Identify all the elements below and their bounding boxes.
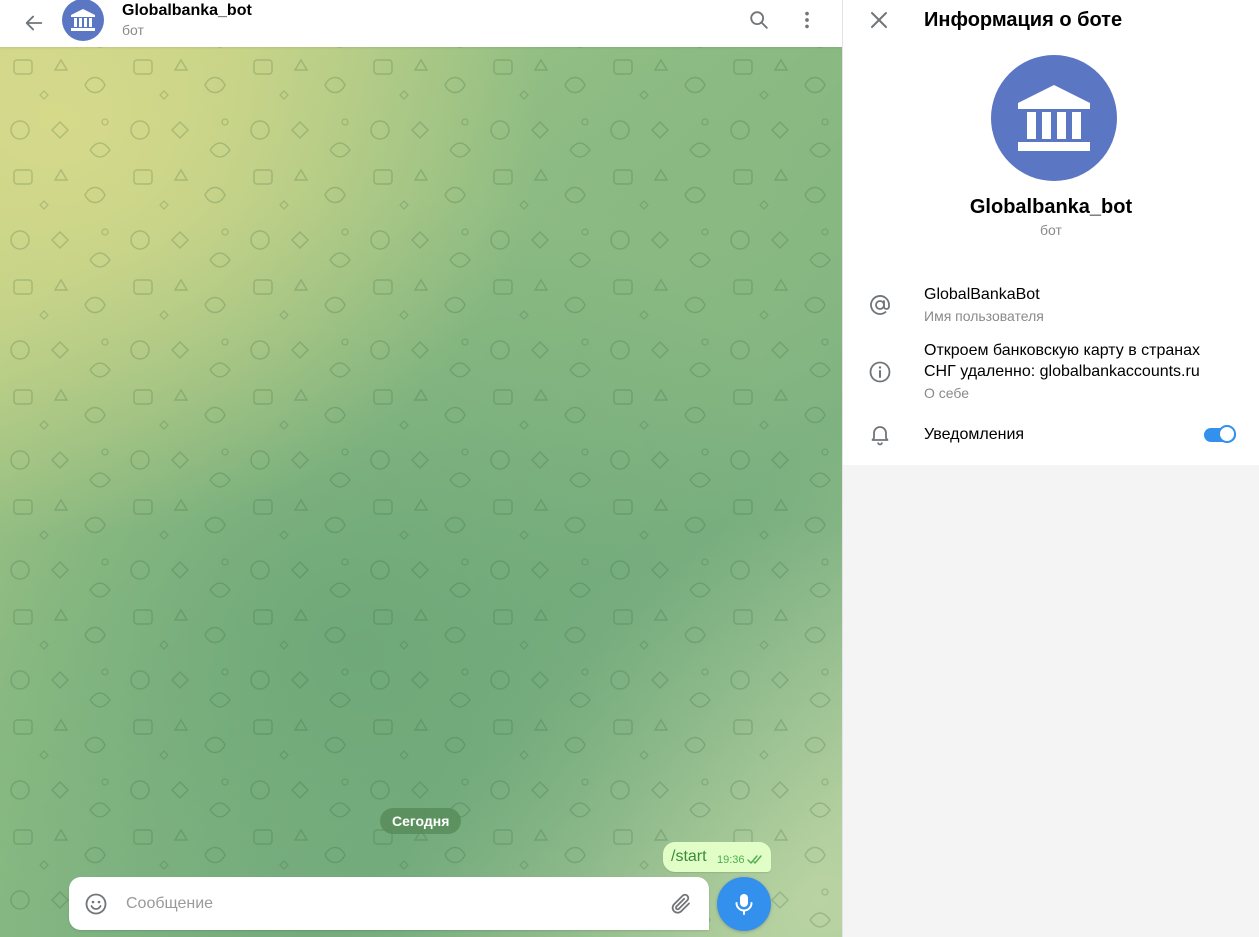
bot-info-card: Информация о боте Globalbanka_bot бот Gl…: [843, 0, 1259, 465]
panel-title: Информация о боте: [924, 9, 1123, 31]
notifications-label: Уведомления: [924, 426, 1025, 443]
about-line-2[interactable]: СНГ удаленно: globalbankaccounts.ru: [924, 361, 1200, 382]
message-time: 19:36: [717, 854, 745, 866]
voice-record-button[interactable]: [717, 877, 771, 931]
search-icon: [750, 11, 768, 29]
info-icon: [867, 359, 893, 385]
more-button[interactable]: [789, 2, 825, 38]
emoji-button[interactable]: [78, 886, 114, 922]
wallpaper-pattern: [0, 0, 842, 937]
notifications-toggle[interactable]: [1202, 424, 1238, 444]
search-button[interactable]: [741, 2, 777, 38]
message-composer: [69, 877, 709, 930]
chat-avatar[interactable]: [62, 0, 104, 41]
back-button[interactable]: [17, 6, 51, 40]
emoji-icon: [85, 893, 107, 915]
toggle-knob: [1218, 425, 1236, 443]
at-icon: [867, 292, 893, 318]
profile-name: Globalbanka_bot: [969, 196, 1133, 218]
profile-avatar[interactable]: [991, 55, 1117, 181]
bank-icon: [71, 9, 95, 31]
about-line-1: Откроем банковскую карту в странах: [924, 342, 1201, 359]
username-label: Имя пользователя: [924, 308, 1044, 324]
profile-type: бот: [1040, 222, 1062, 238]
bot-info-panel: Информация о боте Globalbanka_bot бот Gl…: [842, 0, 1259, 937]
chat-title[interactable]: Globalbanka_bot: [122, 2, 252, 20]
microphone-icon: [735, 894, 753, 915]
attach-icon: [671, 893, 690, 914]
double-check-icon: [747, 855, 762, 864]
message-text[interactable]: /start: [671, 848, 707, 866]
outgoing-message[interactable]: /start 19:36: [663, 842, 771, 872]
date-separator: Сегодня: [380, 808, 462, 834]
about-label: О себе: [924, 385, 970, 401]
bank-icon: [1018, 85, 1090, 151]
attach-button[interactable]: [663, 886, 699, 922]
bell-icon: [867, 421, 893, 447]
back-arrow-icon: [25, 15, 43, 31]
close-button[interactable]: [861, 2, 897, 38]
chat-area: Globalbanka_bot бот Сегодня /start 19:36: [0, 0, 842, 937]
chat-header: Globalbanka_bot бот: [0, 0, 842, 47]
username-value[interactable]: GlobalBankaBot: [924, 284, 1040, 305]
more-vertical-icon: [805, 11, 809, 29]
close-icon: [871, 12, 887, 28]
chat-status: бот: [122, 22, 144, 38]
message-input[interactable]: [124, 891, 648, 917]
